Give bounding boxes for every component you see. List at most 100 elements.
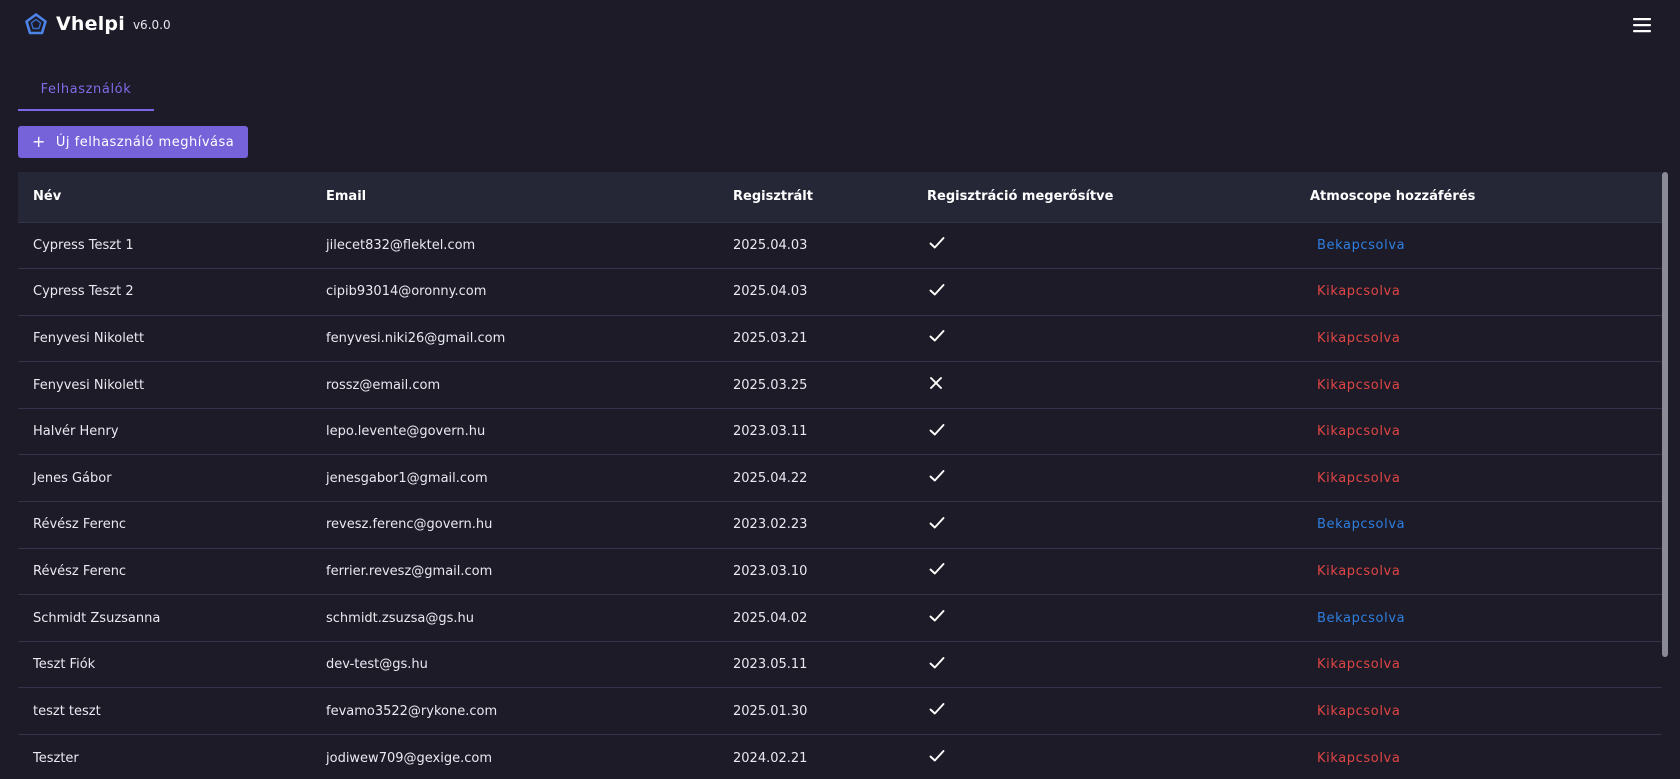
cell-email: lepo.levente@govern.hu <box>326 424 486 440</box>
access-status-toggle[interactable]: Kikapcsolva <box>1310 704 1400 719</box>
table-row[interactable]: Teszter jodiwew709@gexige.com 2024.02.21 Ki… <box>18 734 1662 779</box>
cell-access: Kikapcsolva <box>1295 315 1662 362</box>
column-header-name[interactable]: Név <box>18 172 311 222</box>
cell-confirmed <box>912 408 1295 455</box>
cell-confirmed <box>912 502 1295 549</box>
check-icon <box>927 468 945 488</box>
cell-confirmed <box>912 455 1295 502</box>
pentagon-outline-icon <box>24 12 48 36</box>
tab-users[interactable]: Felhasználók <box>18 72 154 111</box>
cell-access: Kikapcsolva <box>1295 362 1662 409</box>
plus-icon: + <box>32 132 46 151</box>
cell-registered: 2023.03.10 <box>733 563 808 579</box>
check-icon <box>927 515 945 535</box>
table-row[interactable]: Cypress Teszt 1 jilecet832@flektel.com 202… <box>18 222 1662 269</box>
cell-confirmed <box>912 548 1295 595</box>
table-row[interactable]: Fenyvesi Nikolett rossz@email.com 2025.03.… <box>18 361 1662 409</box>
cell-email: jodiwew709@gexige.com <box>326 750 492 766</box>
access-status-toggle[interactable]: Bekapcsolva <box>1310 238 1405 253</box>
column-header-access[interactable]: Atmoscope hozzáférés <box>1295 172 1662 222</box>
cell-registered: 2025.01.30 <box>733 703 808 719</box>
cell-confirmed <box>912 315 1295 362</box>
cell-access: Kikapcsolva <box>1295 269 1662 316</box>
cell-email: revesz.ferenc@govern.hu <box>326 517 493 533</box>
cell-name: Fenyvesi Nikolett <box>33 377 145 393</box>
cell-registered: 2025.04.03 <box>733 237 808 253</box>
cell-email: fevamo3522@rykone.com <box>326 703 498 719</box>
cell-name: Teszter <box>33 750 79 766</box>
check-icon <box>927 282 945 302</box>
column-header-confirmed[interactable]: Regisztráció megerősítve <box>912 172 1295 222</box>
cell-registered: 2025.04.03 <box>733 284 808 300</box>
check-icon <box>927 328 945 348</box>
access-status-toggle[interactable]: Kikapcsolva <box>1310 424 1400 439</box>
cell-registered: 2025.04.22 <box>733 470 808 486</box>
cell-confirmed <box>912 222 1295 269</box>
cell-access: Bekapcsolva <box>1295 595 1662 642</box>
cell-registered: 2025.04.02 <box>733 610 808 626</box>
table-row[interactable]: Révész Ferenc revesz.ferenc@govern.hu 2023… <box>18 501 1662 549</box>
check-icon <box>927 235 945 255</box>
cell-name: Teszt Fiók <box>33 657 96 673</box>
table-row[interactable]: Jenes Gábor jenesgabor1@gmail.com 2025.04.… <box>18 454 1662 502</box>
access-status-toggle[interactable]: Kikapcsolva <box>1310 284 1400 299</box>
cell-registered: 2023.03.11 <box>733 424 808 440</box>
hamburger-menu-icon[interactable] <box>1630 14 1654 36</box>
access-status-toggle[interactable]: Kikapcsolva <box>1310 657 1400 672</box>
column-header-email[interactable]: Email <box>311 172 718 222</box>
cell-email: rossz@email.com <box>326 377 441 393</box>
check-icon <box>927 561 945 581</box>
access-status-toggle[interactable]: Kikapcsolva <box>1310 751 1400 766</box>
brand[interactable]: Vhelpi v6.0.0 <box>24 10 171 38</box>
access-status-toggle[interactable]: Kikapcsolva <box>1310 331 1400 346</box>
cell-registered: 2025.03.21 <box>733 330 808 346</box>
x-icon <box>927 375 943 395</box>
cell-name: teszt teszt <box>33 703 101 719</box>
access-status-toggle[interactable]: Kikapcsolva <box>1310 564 1400 579</box>
check-icon <box>927 701 945 721</box>
check-icon <box>927 748 945 768</box>
invite-user-label: Új felhasználó meghívása <box>55 134 235 150</box>
cell-access: Kikapcsolva <box>1295 688 1662 735</box>
table-row[interactable]: Teszt Fiók dev-test@gs.hu 2023.05.11 Kikapc… <box>18 641 1662 688</box>
table-row[interactable]: Halvér Henry lepo.levente@govern.hu 2023.0… <box>18 408 1662 455</box>
access-status-toggle[interactable]: Bekapcsolva <box>1310 517 1405 532</box>
check-icon <box>927 608 945 628</box>
table-row[interactable]: Cypress Teszt 2 cipib93014@oronny.com 2025… <box>18 268 1662 316</box>
cell-name: Cypress Teszt 1 <box>33 237 134 253</box>
tab-bar: Felhasználók <box>18 72 154 112</box>
cell-email: schmidt.zsuzsa@gs.hu <box>326 610 474 626</box>
cell-confirmed <box>912 269 1295 316</box>
table-row[interactable]: Schmidt Zsuzsanna schmidt.zsuzsa@gs.hu 202… <box>18 594 1662 642</box>
table-header-row: Név Email Regisztrált Regisztráció meger… <box>18 172 1662 222</box>
cell-confirmed <box>912 735 1295 779</box>
table-row[interactable]: Révész Ferenc ferrier.revesz@gmail.com 202… <box>18 548 1662 595</box>
cell-email: ferrier.revesz@gmail.com <box>326 563 493 579</box>
cell-name: Révész Ferenc <box>33 563 127 579</box>
cell-name: Schmidt Zsuzsanna <box>33 610 161 626</box>
cell-email: cipib93014@oronny.com <box>326 284 487 300</box>
check-icon <box>927 655 945 675</box>
cell-access: Bekapcsolva <box>1295 502 1662 549</box>
cell-access: Kikapcsolva <box>1295 408 1662 455</box>
access-status-toggle[interactable]: Kikapcsolva <box>1310 378 1400 393</box>
cell-registered: 2023.02.23 <box>733 517 808 533</box>
check-icon <box>927 422 945 442</box>
app-version: v6.0.0 <box>132 18 171 32</box>
column-header-registered[interactable]: Regisztrált <box>718 172 912 222</box>
table-scrollbar[interactable] <box>1662 172 1668 657</box>
cell-email: jilecet832@flektel.com <box>326 237 476 253</box>
invite-user-button[interactable]: + Új felhasználó meghívása <box>18 126 249 158</box>
cell-access: Kikapcsolva <box>1295 548 1662 595</box>
users-table: Név Email Regisztrált Regisztráció meger… <box>18 172 1662 779</box>
cell-access: Kikapcsolva <box>1295 455 1662 502</box>
cell-name: Fenyvesi Nikolett <box>33 330 145 346</box>
access-status-toggle[interactable]: Kikapcsolva <box>1310 471 1400 486</box>
table-row[interactable]: Fenyvesi Nikolett fenyvesi.niki26@gmail.c… <box>18 315 1662 362</box>
cell-email: jenesgabor1@gmail.com <box>326 470 488 486</box>
cell-registered: 2025.03.25 <box>733 377 808 393</box>
table-row[interactable]: teszt teszt fevamo3522@rykone.com 2025.01.… <box>18 687 1662 735</box>
access-status-toggle[interactable]: Bekapcsolva <box>1310 611 1405 626</box>
cell-confirmed <box>912 362 1295 409</box>
top-bar: Vhelpi v6.0.0 <box>0 0 1680 50</box>
